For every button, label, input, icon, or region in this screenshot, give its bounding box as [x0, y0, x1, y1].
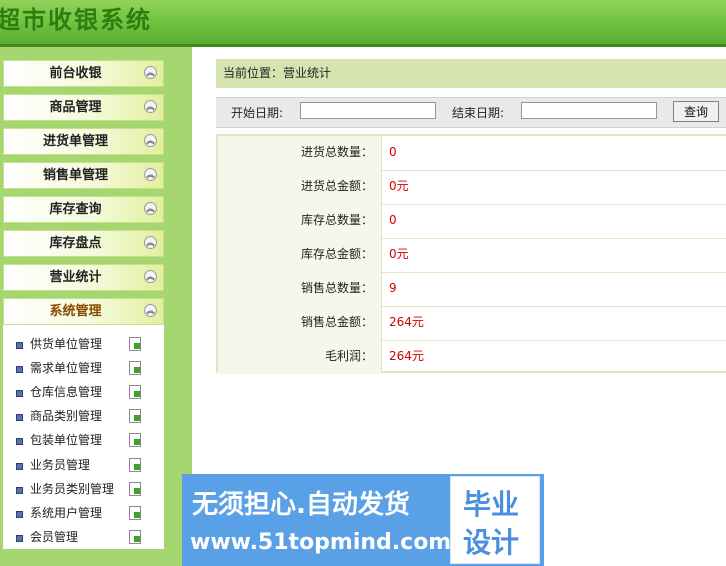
document-icon: [129, 482, 141, 496]
query-button[interactable]: 查询: [673, 101, 719, 122]
submenu-item-warehouses[interactable]: 仓库信息管理: [3, 380, 164, 404]
stat-label: 销售总金额：: [218, 306, 382, 340]
collapse-icon[interactable]: ︽: [144, 270, 157, 283]
stat-row: 销售总数量： 9: [218, 272, 726, 307]
bullet-icon: [16, 487, 23, 494]
watermark-logo-text-2: 设计: [463, 526, 520, 559]
submenu-item-members[interactable]: 会员管理: [3, 525, 164, 549]
watermark-logo-text-1: 毕业: [463, 488, 520, 521]
bullet-icon: [16, 366, 23, 373]
watermark-logo: 毕业 设计: [450, 476, 540, 564]
start-date-input[interactable]: [300, 102, 436, 119]
submenu-item-customers[interactable]: 需求单位管理: [3, 356, 164, 380]
bullet-icon: [16, 511, 23, 518]
collapse-icon[interactable]: ︽: [144, 236, 157, 249]
document-icon: [129, 409, 141, 423]
submenu-item-label: 业务员管理: [30, 458, 91, 472]
submenu-item-label: 仓库信息管理: [30, 385, 103, 399]
collapse-icon[interactable]: ︽: [144, 168, 157, 181]
document-icon: [129, 385, 141, 399]
submenu-item-salespeople[interactable]: 业务员管理: [3, 453, 164, 477]
watermark-banner: 无须担心.自动发货 www.51topmind.com 毕业 设计: [182, 474, 544, 566]
sidebar-item-system-admin[interactable]: 系统管理 ︽: [3, 298, 164, 325]
collapse-icon[interactable]: ︽: [144, 100, 157, 113]
stat-label: 进货总数量：: [218, 136, 382, 170]
app-title: 超市收银系统: [0, 6, 152, 34]
header-bar: 超市收银系统: [0, 0, 726, 47]
start-date-label: 开始日期:: [231, 106, 284, 120]
stat-value: 264元: [389, 349, 424, 363]
stat-row: 销售总金额： 264元: [218, 306, 726, 341]
stat-value: 9: [389, 281, 397, 295]
stat-label: 销售总数量：: [218, 272, 382, 306]
sidebar-item-stocktaking[interactable]: 库存盘点 ︽: [3, 230, 164, 257]
end-date-label: 结束日期:: [452, 106, 505, 120]
watermark-url: www.51topmind.com: [190, 530, 452, 555]
sidebar-item-purchase-orders[interactable]: 进货单管理 ︽: [3, 128, 164, 155]
collapse-icon[interactable]: ︽: [144, 202, 157, 215]
stat-value: 0: [389, 145, 397, 159]
bullet-icon: [16, 390, 23, 397]
sidebar-item-label: 前台收银: [49, 66, 102, 81]
submenu-item-system-users[interactable]: 系统用户管理: [3, 501, 164, 525]
submenu-item-label: 商品类别管理: [30, 409, 103, 423]
submenu-item-packaging-units[interactable]: 包装单位管理: [3, 428, 164, 452]
bullet-icon: [16, 414, 23, 421]
end-date-input[interactable]: [521, 102, 657, 119]
collapse-icon[interactable]: ︽: [144, 134, 157, 147]
sidebar-item-label: 营业统计: [49, 270, 102, 285]
document-icon: [129, 433, 141, 447]
bullet-icon: [16, 463, 23, 470]
stat-value: 264元: [389, 315, 424, 329]
stat-label: 库存总数量：: [218, 204, 382, 238]
sidebar-item-label: 销售单管理: [42, 168, 108, 183]
stat-value: 0元: [389, 179, 409, 193]
sidebar-item-products[interactable]: 商品管理 ︽: [3, 94, 164, 121]
system-admin-submenu: 供货单位管理 需求单位管理 仓库信息管理 商品类别管理 包装单位管理 业务员管理…: [3, 325, 164, 549]
stat-row: 毛利润： 264元: [218, 340, 726, 374]
bullet-icon: [16, 438, 23, 445]
document-icon: [129, 361, 141, 375]
collapse-icon[interactable]: ︽: [144, 66, 157, 79]
bullet-icon: [16, 535, 23, 542]
sidebar-item-label: 库存盘点: [49, 236, 102, 251]
stat-row: 库存总数量： 0: [218, 204, 726, 239]
sidebar-item-sales-orders[interactable]: 销售单管理 ︽: [3, 162, 164, 189]
sidebar-item-label: 商品管理: [49, 100, 102, 115]
stat-value: 0: [389, 213, 397, 227]
stat-label: 毛利润：: [218, 340, 382, 374]
stat-label: 进货总金额：: [218, 170, 382, 204]
breadcrumb: 当前位置：营业统计: [216, 59, 726, 88]
submenu-item-label: 供货单位管理: [30, 337, 103, 351]
stat-row: 进货总金额： 0元: [218, 170, 726, 205]
submenu-item-label: 会员管理: [30, 530, 79, 544]
sidebar-item-business-stats[interactable]: 营业统计 ︽: [3, 264, 164, 291]
submenu-item-label: 业务员类别管理: [30, 482, 115, 496]
submenu-item-label: 包装单位管理: [30, 433, 103, 447]
sidebar-item-label: 系统管理: [49, 304, 102, 319]
watermark-slogan: 无须担心.自动发货: [192, 490, 410, 520]
submenu-item-categories[interactable]: 商品类别管理: [3, 404, 164, 428]
submenu-item-suppliers[interactable]: 供货单位管理: [3, 332, 164, 356]
statistics-table: 进货总数量： 0 进货总金额： 0元 库存总数量： 0 库存总金额： 0元 销售…: [216, 134, 726, 374]
submenu-item-label: 系统用户管理: [30, 506, 103, 520]
document-icon: [129, 458, 141, 472]
breadcrumb-text: 当前位置：营业统计: [223, 66, 332, 80]
document-icon: [129, 530, 141, 544]
collapse-icon[interactable]: ︽: [144, 304, 157, 317]
sidebar-item-label: 库存查询: [49, 202, 102, 217]
bullet-icon: [16, 342, 23, 349]
sidebar-item-label: 进货单管理: [42, 134, 108, 149]
document-icon: [129, 506, 141, 520]
sidebar-item-pos[interactable]: 前台收银 ︽: [3, 60, 164, 87]
date-filter-bar: 开始日期: 结束日期: 查询: [216, 97, 726, 128]
stat-label: 库存总金额：: [218, 238, 382, 272]
submenu-item-label: 需求单位管理: [30, 361, 103, 375]
stat-row: 库存总金额： 0元: [218, 238, 726, 273]
submenu-item-salesperson-types[interactable]: 业务员类别管理: [3, 477, 164, 501]
document-icon: [129, 337, 141, 351]
sidebar-item-inventory-query[interactable]: 库存查询 ︽: [3, 196, 164, 223]
stat-value: 0元: [389, 247, 409, 261]
stat-row: 进货总数量： 0: [218, 136, 726, 171]
